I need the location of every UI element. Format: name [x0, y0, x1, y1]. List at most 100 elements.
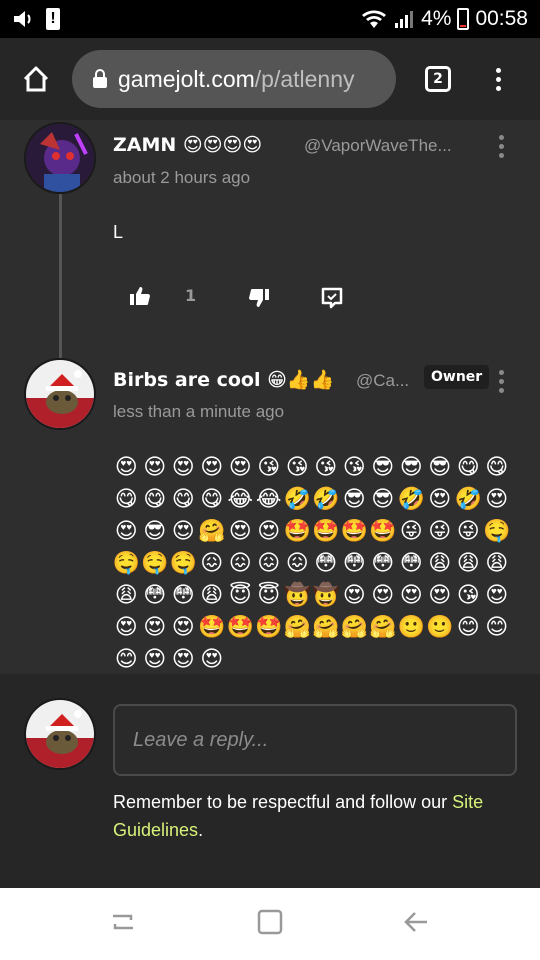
comment-handle[interactable]: @Ca... — [356, 371, 409, 391]
emoji: 😋 — [171, 487, 195, 512]
emoji: 😋 — [456, 455, 480, 480]
guidelines-note: Remember to be respectful and follow our… — [113, 792, 484, 840]
emoji: 😳 — [143, 583, 167, 608]
emoji: 🤗 — [198, 519, 226, 544]
emoji: 😜 — [428, 519, 452, 544]
comments-thread: ZAMN 😍😍😍😍 @VaporWaveThe... about 2 hours… — [0, 120, 540, 674]
like-count: 1 — [185, 286, 197, 305]
home-button[interactable] — [0, 38, 72, 120]
comment-author[interactable]: Birbs are cool 😁👍👍 — [113, 368, 334, 391]
status-bar: ! 4% 00:58 — [0, 0, 540, 38]
emoji: 😖 — [257, 551, 281, 576]
comment-body: 😍 😍 😍 😍 😍 😘 😘 😘 😘 😎 😎 😎 😋 😋😋 😋 😋 😋 😂 😂🤣🤣 😎 😎 🤣 😍 🤣 😍😍 😎 😍 🤗 😍 😍 🤩🤩🤩🤩 😜 😜… — [112, 452, 512, 674]
emoji: 🤗 — [312, 615, 340, 640]
emoji: 😇 — [228, 583, 252, 608]
emoji: 😘 — [456, 583, 480, 608]
emoji: 😍 — [371, 583, 395, 608]
emoji: 😍 — [200, 455, 224, 480]
emoji: 😳 — [342, 551, 366, 576]
thumbs-down-icon — [249, 289, 269, 307]
emoji: 😎 — [342, 487, 366, 512]
emoji: 😎 — [143, 519, 167, 544]
reply-section: Leave a reply... Remember to be respectf… — [0, 674, 540, 888]
volume-icon — [12, 9, 36, 29]
emoji: 🤣 — [397, 487, 425, 512]
emoji: 😍 — [485, 583, 509, 608]
emoji: 😎 — [399, 455, 423, 480]
emoji: 🤗 — [369, 615, 397, 640]
home-nav-icon — [257, 909, 283, 935]
emoji: 🤩 — [340, 519, 368, 544]
emoji: 😊 — [456, 615, 480, 640]
recent-apps-icon — [113, 914, 134, 930]
signal-icon — [393, 8, 415, 30]
emoji: 😜 — [456, 519, 480, 544]
url-text: gamejolt.com/p/atlenny — [118, 65, 355, 92]
emoji: 🤣 — [312, 487, 340, 512]
emoji: 😍 — [399, 583, 423, 608]
comment-handle[interactable]: @VaporWaveThe... — [304, 136, 452, 156]
back-icon — [403, 912, 427, 932]
home-icon — [23, 66, 49, 92]
emoji: 😍 — [114, 615, 138, 640]
emoji: 🤩 — [369, 519, 397, 544]
emoji: 🤤 — [141, 551, 169, 576]
emoji: 😎 — [371, 455, 395, 480]
emoji: 😂 — [227, 487, 254, 512]
emoji: 😊 — [114, 647, 138, 672]
emoji: 🤤 — [112, 551, 140, 576]
emoji: 😘 — [342, 455, 366, 480]
emoji: 😊 — [485, 615, 509, 640]
reply-placeholder: Leave a reply... — [133, 728, 269, 751]
dislike-button[interactable] — [247, 286, 271, 310]
emoji: 🤠 — [312, 583, 340, 608]
emoji: 🤗 — [283, 615, 311, 640]
system-nav-bar — [0, 888, 540, 960]
reply-input[interactable]: Leave a reply... — [113, 704, 517, 776]
comment-time[interactable]: about 2 hours ago — [113, 168, 250, 188]
tabs-button[interactable]: 2 — [425, 66, 451, 92]
like-button[interactable] — [128, 284, 152, 308]
emoji: 😍 — [428, 487, 452, 512]
emoji: 😜 — [399, 519, 423, 544]
emoji: 😩 — [428, 551, 452, 576]
emoji: 😍 — [228, 455, 252, 480]
avatar[interactable] — [24, 358, 96, 430]
emoji: 🤗 — [340, 615, 368, 640]
reply-button[interactable] — [318, 284, 346, 312]
emoji: 😍 — [171, 519, 195, 544]
chat-bubble-icon — [321, 287, 343, 309]
back-button[interactable] — [403, 910, 431, 938]
emoji: 😍 — [143, 647, 167, 672]
recent-apps-button[interactable] — [109, 910, 137, 938]
tab-count: 2 — [433, 71, 443, 87]
lock-icon — [93, 69, 107, 88]
home-nav-button[interactable] — [256, 908, 284, 940]
address-bar[interactable]: gamejolt.com/p/atlenny — [72, 50, 396, 108]
emoji: 🤣 — [283, 487, 311, 512]
emoji: 🙂 — [426, 615, 454, 640]
emoji: 🤩 — [226, 615, 254, 640]
browser-menu-button[interactable] — [496, 67, 501, 91]
emoji: 😍 — [257, 519, 281, 544]
emoji: 😘 — [285, 455, 309, 480]
emoji: 😩 — [114, 583, 138, 608]
emoji: 😍 — [143, 455, 167, 480]
emoji: 😍 — [171, 647, 195, 672]
emoji: 😩 — [485, 551, 509, 576]
avatar[interactable] — [24, 122, 96, 194]
wifi-icon — [361, 8, 387, 30]
emoji: 😖 — [200, 551, 224, 576]
emoji: 😋 — [200, 487, 224, 512]
emoji: 😍 — [143, 615, 167, 640]
comment-time[interactable]: less than a minute ago — [113, 402, 284, 422]
comment-options-button[interactable] — [499, 370, 504, 393]
comment-options-button[interactable] — [499, 135, 504, 158]
emoji: 😎 — [371, 487, 395, 512]
emoji: 😳 — [171, 583, 195, 608]
emoji: 😋 — [143, 487, 167, 512]
emoji: 😍 — [114, 455, 138, 480]
emoji: 😋 — [114, 487, 138, 512]
emoji: 🤠 — [283, 583, 311, 608]
comment-author[interactable]: ZAMN 😍😍😍😍 — [113, 134, 262, 156]
